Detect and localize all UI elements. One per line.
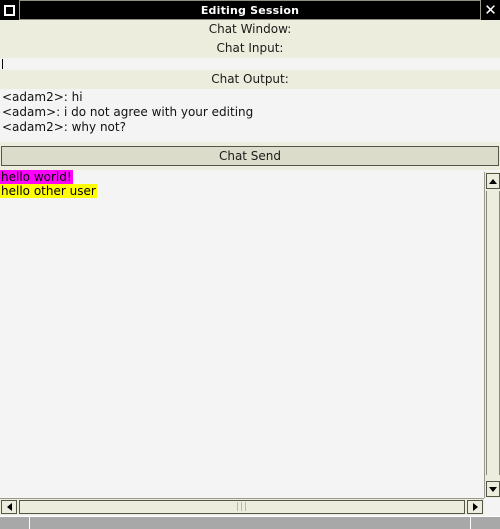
horizontal-scrollbar[interactable]: ||| <box>0 498 484 515</box>
arrow-left-icon <box>6 503 12 511</box>
chat-message: <adam2>: hi <box>2 90 83 104</box>
arrow-up-icon <box>489 178 497 184</box>
status-cell <box>0 517 30 529</box>
editing-session-window: Editing Session ✕ Chat Window: Chat Inpu… <box>0 0 500 529</box>
maximize-square-icon <box>4 4 15 16</box>
chat-message: <adam>: i do not agree with your editing <box>2 105 254 119</box>
window-menu-button[interactable] <box>0 0 20 20</box>
highlighted-line: hello world! <box>0 170 73 184</box>
vertical-scrollbar[interactable] <box>484 172 500 498</box>
chat-output-log: <adam2>: hi <adam>: i do not agree with … <box>0 89 500 140</box>
horizontal-scrollbar-thumb[interactable]: ||| <box>19 500 465 514</box>
editor-canvas[interactable]: hello world! hello other user <box>0 170 458 498</box>
arrow-down-icon <box>489 486 497 492</box>
scroll-down-button[interactable] <box>486 481 500 497</box>
close-button[interactable]: ✕ <box>480 0 500 20</box>
chat-send-area: Chat Send <box>0 142 500 170</box>
title-bar-title-area: Editing Session <box>20 0 480 20</box>
grip-icon: ||| <box>235 501 249 512</box>
text-caret <box>2 59 3 69</box>
scroll-left-button[interactable] <box>1 500 17 514</box>
status-bar <box>0 516 500 529</box>
window-title: Editing Session <box>200 3 300 17</box>
title-bar: Editing Session ✕ <box>0 0 500 20</box>
status-cell <box>471 517 500 529</box>
scroll-right-button[interactable] <box>467 500 483 514</box>
chat-send-button[interactable]: Chat Send <box>1 146 499 166</box>
status-cell <box>30 517 471 529</box>
chat-window-label: Chat Window: <box>0 20 500 39</box>
chat-input-label: Chat Input: <box>0 39 500 58</box>
arrow-right-icon <box>472 503 478 511</box>
highlighted-line: hello other user <box>0 184 97 198</box>
vertical-scrollbar-track[interactable] <box>486 191 500 475</box>
chat-input-field[interactable] <box>0 58 500 70</box>
scroll-up-button[interactable] <box>486 173 500 189</box>
chat-output-label: Chat Output: <box>0 70 500 89</box>
close-icon: ✕ <box>484 0 497 19</box>
chat-message: <adam2>: why not? <box>2 120 126 134</box>
